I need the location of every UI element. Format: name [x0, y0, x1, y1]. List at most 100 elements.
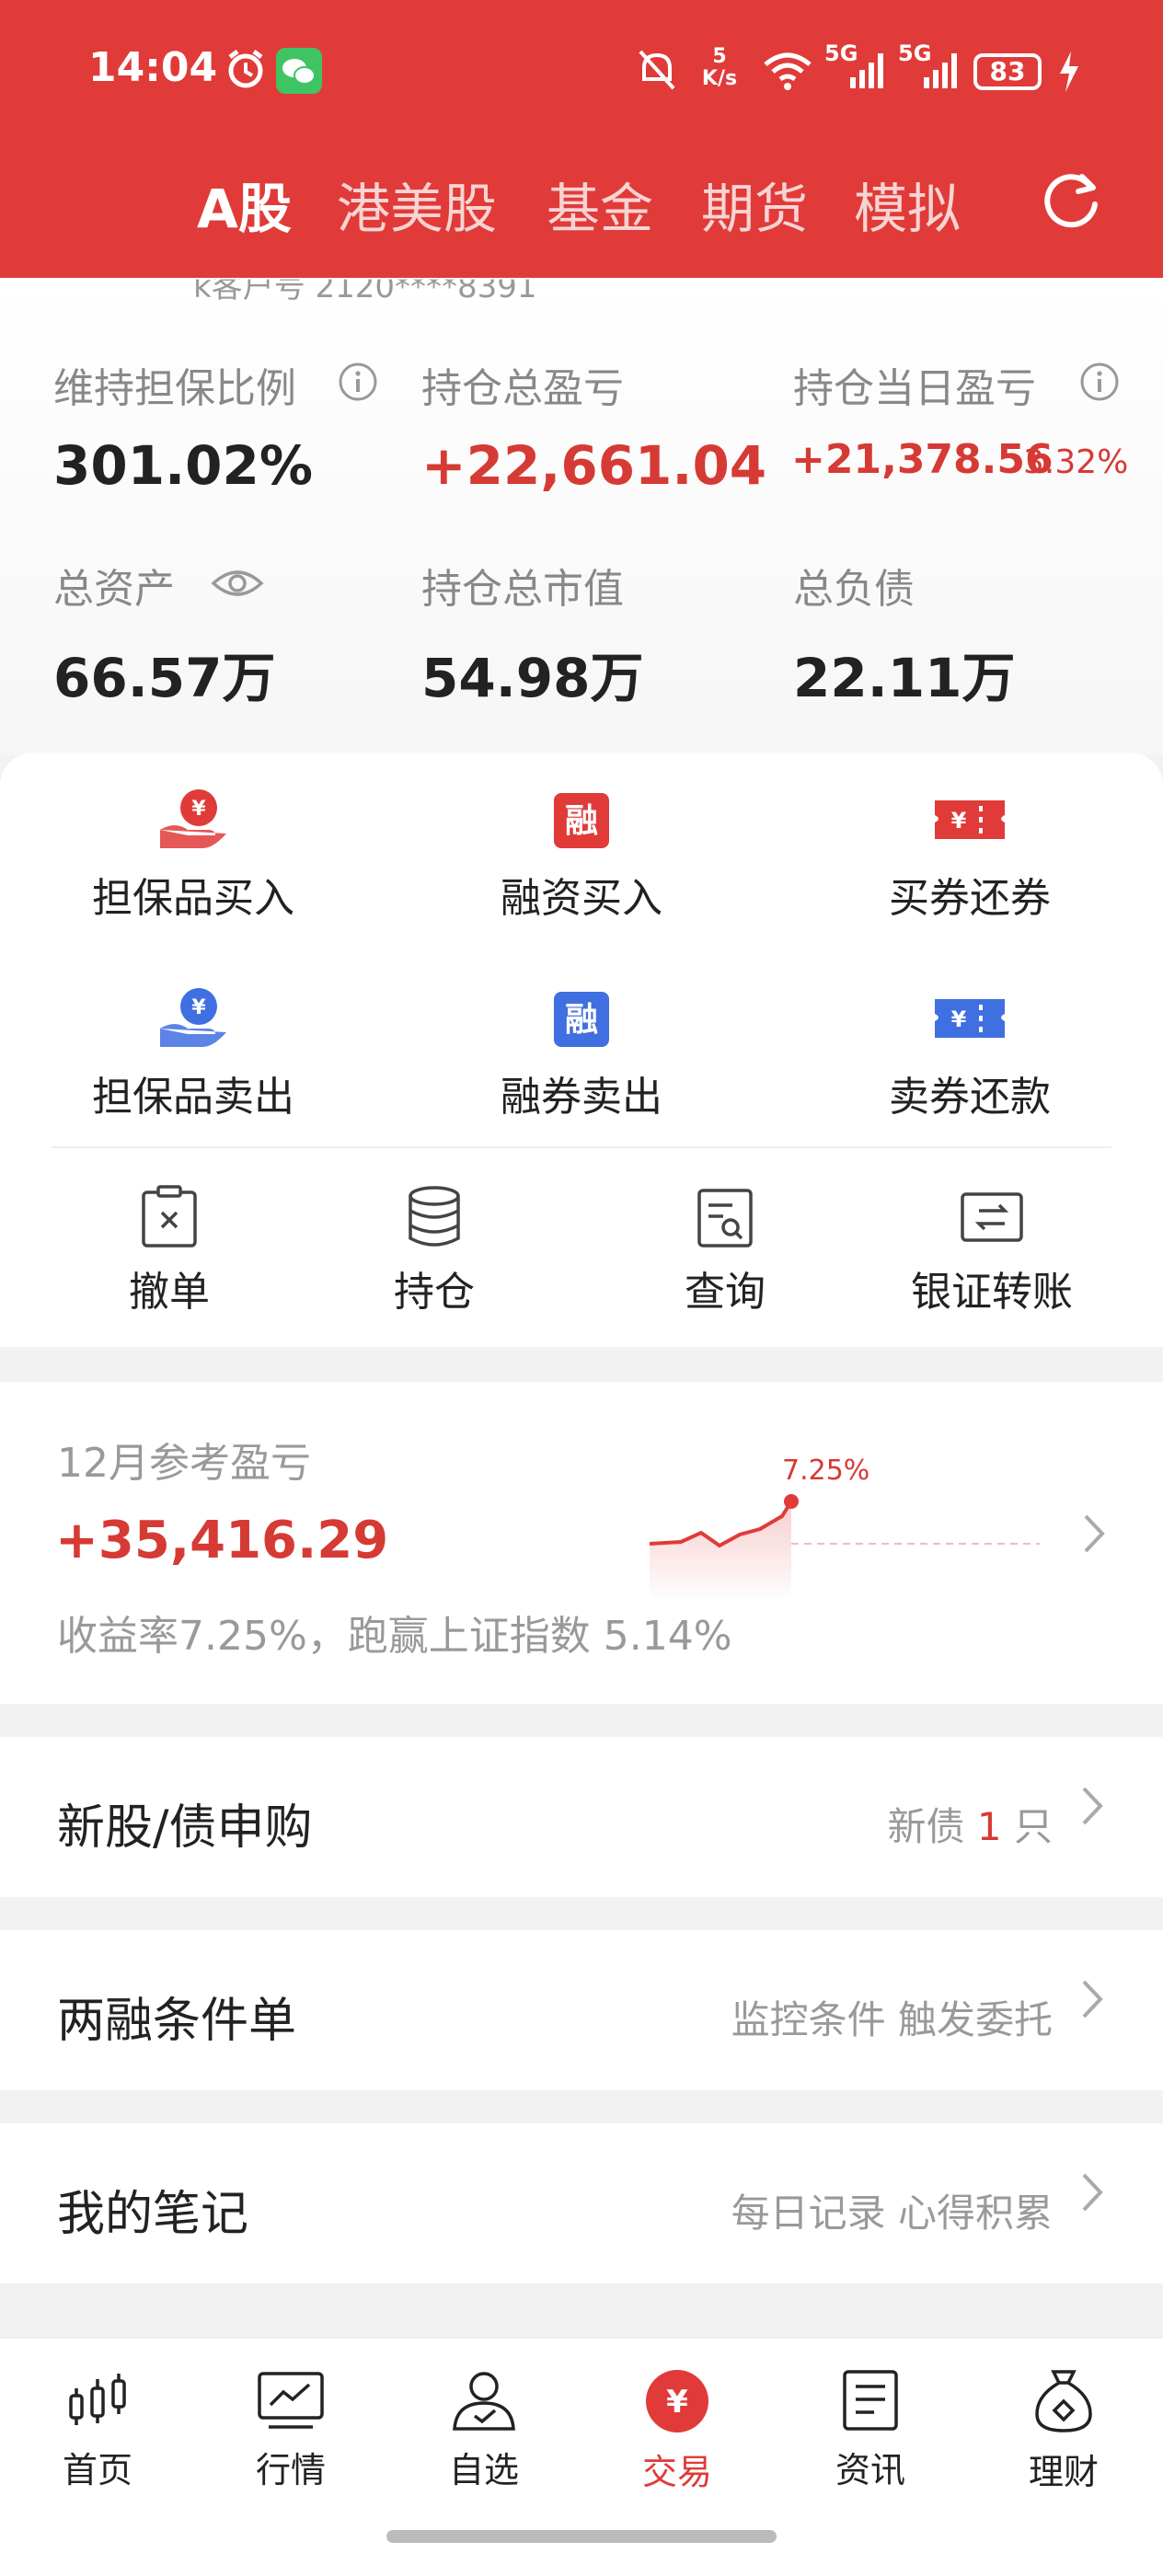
nav-wealth[interactable]: 理财 — [981, 2368, 1146, 2494]
nav-watchlist[interactable]: 自选 — [401, 2368, 567, 2492]
nav-home[interactable]: 首页 — [15, 2368, 180, 2492]
my-notes-title: 我的笔记 — [57, 2187, 249, 2242]
positions-label: 持仓 — [394, 1269, 475, 1316]
divider — [52, 1146, 1111, 1148]
sell-to-repay-button[interactable]: ¥ 卖券还款 — [832, 986, 1108, 1122]
ipo-subscription-title: 新股/债申购 — [57, 1800, 313, 1856]
app-header: 14:04 5 K/s 5G 5G 83 A股 港美股 基金 期货 模拟 — [0, 0, 1163, 278]
ipo-subscription-info: 新债 1 只 — [887, 1804, 1053, 1849]
yuan-circle-icon: ¥ — [646, 2370, 708, 2432]
nav-trade[interactable]: ¥ 交易 — [594, 2368, 760, 2494]
svg-text:¥: ¥ — [951, 1006, 967, 1032]
monthly-pl-title: 12月参考盈亏 — [57, 1440, 311, 1487]
short-sell-button[interactable]: 融 融券卖出 — [443, 986, 720, 1122]
total-assets-value: 66.57万 — [53, 647, 276, 709]
bank-transfer-label: 银证转账 — [911, 1269, 1073, 1316]
tab-futures[interactable]: 期货 — [701, 166, 808, 243]
svg-text:融: 融 — [565, 1001, 598, 1039]
svg-text:¥: ¥ — [666, 2384, 688, 2421]
home-indicator[interactable] — [386, 2530, 777, 2543]
chevron-right-icon — [1078, 1976, 1106, 2034]
status-time: 14:04 — [88, 44, 218, 91]
daily-pl-value: +21,378.56 — [791, 436, 1054, 483]
svg-text:¥: ¥ — [191, 996, 206, 1019]
daily-pl-label: 持仓当日盈亏 — [793, 365, 1036, 412]
total-pl-label: 持仓总盈亏 — [421, 365, 624, 412]
ticket-yuan-icon: ¥ — [935, 999, 1005, 1038]
transfer-icon — [961, 1192, 1023, 1242]
account-metrics: k客户号 2120****8391 维持担保比例 301.02% 持仓总盈亏 +… — [0, 278, 1163, 756]
daily-pl-percent: 3.32% — [1023, 443, 1129, 481]
market-value-label: 持仓总市值 — [421, 566, 624, 613]
maintenance-ratio-label: 维持担保比例 — [53, 365, 296, 412]
my-notes-info: 每日记录 心得积累 — [731, 2191, 1053, 2236]
market-value-value: 54.98万 — [421, 647, 644, 709]
bank-transfer-button[interactable]: 银证转账 — [872, 1185, 1111, 1317]
collateral-sell-button[interactable]: ¥ 担保品卖出 — [55, 986, 331, 1122]
nav-market[interactable]: 行情 — [208, 2368, 374, 2492]
total-liability-value: 22.11万 — [793, 647, 1016, 709]
market-tabs: A股 港美股 基金 期货 模拟 — [0, 166, 1163, 240]
conditional-order-row[interactable]: 两融条件单 监控条件 触发委托 — [0, 1930, 1163, 2090]
wechat-icon — [276, 48, 322, 94]
margin-financing-icon: 融 — [554, 793, 609, 848]
clipboard-x-icon — [142, 1185, 197, 1248]
chevron-right-icon — [1078, 2169, 1106, 2227]
refresh-icon[interactable] — [1040, 167, 1102, 230]
info-icon[interactable] — [337, 361, 379, 403]
charging-icon — [1060, 52, 1078, 92]
svg-text:¥: ¥ — [191, 798, 206, 821]
candlestick-icon — [69, 2374, 126, 2425]
margin-buy-label: 融资买入 — [501, 875, 662, 922]
database-icon — [409, 1186, 460, 1247]
sim1-label: 5G — [824, 40, 858, 66]
trade-actions-panel: ¥ 担保品买入 融 融资买入 ¥ 买券还券 ¥ 担保品卖出 融 融券卖出 ¥ 卖… — [0, 753, 1163, 1347]
hand-yuan-icon: ¥ — [160, 789, 226, 848]
positions-button[interactable]: 持仓 — [315, 1185, 554, 1317]
total-liability-label: 总负债 — [793, 566, 915, 613]
collateral-buy-label: 担保品买入 — [92, 875, 294, 922]
battery-indicator: 83 — [973, 53, 1042, 90]
cancel-order-label: 撤单 — [129, 1269, 210, 1316]
info-icon[interactable] — [1078, 361, 1121, 403]
tab-funds[interactable]: 基金 — [547, 166, 653, 243]
monthly-pl-value: +35,416.29 — [55, 1511, 389, 1570]
sim2-label: 5G — [898, 40, 932, 66]
securities-lending-icon: 融 — [554, 992, 609, 1047]
net-speed: 5 K/s — [701, 45, 738, 90]
wifi-icon — [764, 52, 812, 90]
money-bag-icon — [1035, 2370, 1092, 2432]
news-document-icon — [843, 2370, 898, 2431]
collateral-buy-button[interactable]: ¥ 担保品买入 — [55, 788, 331, 924]
tab-a-shares[interactable]: A股 — [197, 166, 292, 243]
query-label: 查询 — [685, 1269, 766, 1316]
conditional-order-title: 两融条件单 — [57, 1994, 297, 2049]
ipo-subscription-row[interactable]: 新股/债申购 新债 1 只 — [0, 1737, 1163, 1897]
my-notes-row[interactable]: 我的笔记 每日记录 心得积累 — [0, 2123, 1163, 2283]
margin-buy-button[interactable]: 融 融资买入 — [443, 788, 720, 924]
buy-to-return-button[interactable]: ¥ 买券还券 — [832, 788, 1108, 924]
query-button[interactable]: 查询 — [605, 1185, 845, 1317]
monthly-pl-subtitle: 收益率7.25%，跑赢上证指数 5.14% — [57, 1613, 732, 1660]
monthly-pl-sparkline: 7.25% — [649, 1455, 1040, 1603]
eye-icon[interactable] — [210, 565, 265, 602]
sparkline-label: 7.25% — [782, 1455, 869, 1487]
chart-screen-icon — [258, 2372, 324, 2429]
cancel-order-button[interactable]: 撤单 — [50, 1185, 289, 1317]
collateral-sell-label: 担保品卖出 — [92, 1074, 294, 1121]
ticket-yuan-icon: ¥ — [935, 800, 1005, 839]
new-bond-count: 1 — [976, 1804, 1002, 1849]
monthly-pl-card[interactable]: 12月参考盈亏 +35,416.29 收益率7.25%，跑赢上证指数 5.14%… — [0, 1382, 1163, 1704]
sell-to-repay-label: 卖券还款 — [889, 1074, 1051, 1121]
tab-hk-us[interactable]: 港美股 — [337, 166, 497, 243]
buy-to-return-label: 买券还券 — [889, 875, 1051, 922]
document-search-icon — [697, 1189, 753, 1248]
nav-news[interactable]: 资讯 — [788, 2368, 953, 2492]
mute-bell-icon — [639, 50, 675, 90]
maintenance-ratio-value: 301.02% — [53, 434, 313, 497]
conditional-order-info: 监控条件 触发委托 — [731, 1997, 1053, 2042]
svg-text:¥: ¥ — [951, 808, 967, 834]
tab-simulation[interactable]: 模拟 — [854, 166, 961, 243]
alarm-icon — [228, 50, 263, 88]
svg-text:融: 融 — [565, 802, 598, 840]
